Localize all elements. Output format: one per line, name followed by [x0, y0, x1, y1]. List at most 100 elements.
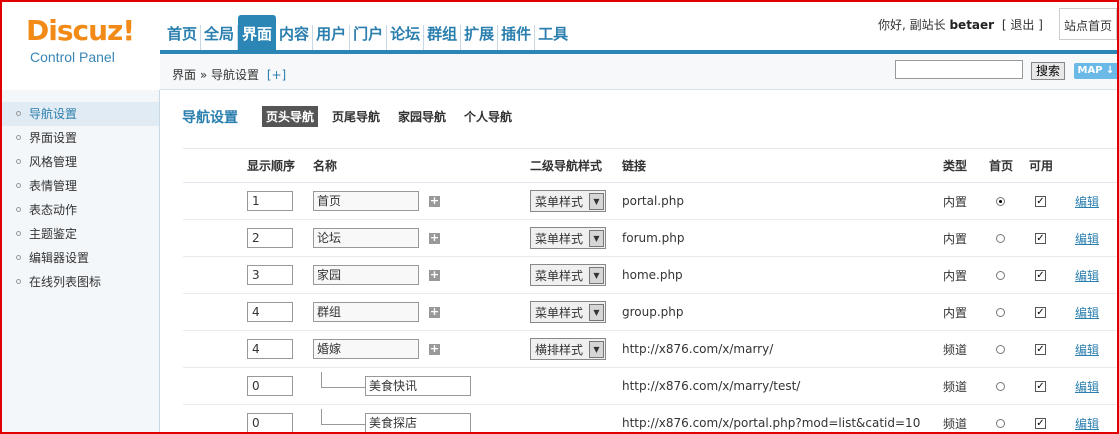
substyle-value: 菜单样式: [535, 231, 584, 246]
substyle-cell: 菜单样式 ▼: [530, 256, 622, 294]
home-radio[interactable]: [996, 308, 1005, 317]
enabled-checkbox[interactable]: ✓: [1035, 307, 1046, 318]
enabled-checkbox[interactable]: ✓: [1035, 270, 1046, 281]
edit-link[interactable]: 编辑: [1075, 195, 1099, 209]
edit-link[interactable]: 编辑: [1075, 343, 1099, 357]
topnav-item[interactable]: 界面: [238, 15, 277, 50]
search-input[interactable]: [895, 60, 1023, 79]
sidebar-item[interactable]: 界面设置: [2, 126, 159, 150]
topnav-item[interactable]: 全局: [201, 25, 239, 50]
table-header-row: 显示顺序 名称 二级导航样式 链接 类型 首页 可用: [183, 148, 1117, 183]
enabled-checkbox[interactable]: ✓: [1035, 233, 1046, 244]
enabled-cell: ✓: [1029, 256, 1069, 294]
map-button[interactable]: MAP ↓: [1074, 63, 1117, 79]
type-text: 内置: [943, 182, 989, 220]
logout-link[interactable]: [ 退出 ]: [1002, 18, 1043, 32]
site-home-button[interactable]: 站点首页: [1059, 8, 1117, 40]
col-enabled: 可用: [1029, 148, 1069, 183]
edit-link[interactable]: 编辑: [1075, 306, 1099, 320]
home-radio[interactable]: [996, 197, 1005, 206]
tree-branch-icon: [321, 372, 365, 388]
topnav-item[interactable]: 群组: [424, 25, 462, 50]
name-input[interactable]: 美食探店: [365, 413, 471, 432]
type-text: 内置: [943, 219, 989, 257]
enabled-checkbox[interactable]: ✓: [1035, 381, 1046, 392]
topnav-item[interactable]: 扩展: [461, 25, 499, 50]
order-cell: 0: [247, 404, 313, 432]
nav-type-tab[interactable]: 个人导航: [460, 106, 516, 127]
topnav-item[interactable]: 内容: [276, 25, 314, 50]
topnav-item[interactable]: 论坛: [387, 25, 425, 50]
order-input[interactable]: 0: [247, 376, 293, 396]
nav-type-tab[interactable]: 页头导航: [262, 106, 319, 127]
nav-type-tab[interactable]: 家园导航: [394, 106, 450, 127]
name-input[interactable]: 群组: [313, 302, 419, 322]
order-cell: 1: [247, 182, 313, 220]
home-cell: [989, 182, 1029, 220]
sidebar-item[interactable]: 主题鉴定: [2, 222, 159, 246]
home-radio[interactable]: [996, 234, 1005, 243]
topnav-item[interactable]: 插件: [498, 25, 536, 50]
sidebar-item-label: 主题鉴定: [29, 227, 78, 241]
substyle-select[interactable]: 菜单样式 ▼: [530, 227, 606, 249]
top-nav: 首页 全局 界面 内容 用户 门户 论坛 群组 扩展 插件 工具: [164, 12, 571, 50]
sidebar-item[interactable]: 编辑器设置: [2, 246, 159, 270]
name-input[interactable]: 首页: [313, 191, 419, 211]
col-name: 名称: [313, 148, 530, 183]
action-cell: 编辑: [1069, 182, 1117, 220]
topnav-item[interactable]: 门户: [350, 25, 388, 50]
order-input[interactable]: 1: [247, 191, 293, 211]
table-row: 0 美食探店 http://x876.com/x/portal.php?mod=li…: [183, 404, 1117, 432]
substyle-select[interactable]: 菜单样式 ▼: [530, 301, 606, 323]
name-input[interactable]: 美食快讯: [365, 376, 471, 396]
nav-type-tabs: 页头导航 页尾导航 家园导航 个人导航: [262, 106, 526, 127]
substyle-cell: 菜单样式 ▼: [530, 182, 622, 220]
order-input[interactable]: 3: [247, 265, 293, 285]
sidebar-item[interactable]: 风格管理: [2, 150, 159, 174]
edit-link[interactable]: 编辑: [1075, 269, 1099, 283]
sidebar-item-label: 表情管理: [29, 179, 78, 193]
link-text: group.php: [622, 293, 943, 331]
add-child-icon[interactable]: +: [429, 195, 440, 207]
home-radio[interactable]: [996, 345, 1005, 354]
edit-link[interactable]: 编辑: [1075, 417, 1099, 431]
sidebar-item[interactable]: 导航设置: [2, 102, 159, 126]
order-input[interactable]: 2: [247, 228, 293, 248]
sidebar-item[interactable]: 在线列表图标: [2, 270, 159, 294]
bullet-icon: [16, 231, 21, 236]
add-shortcut-link[interactable]: [+]: [267, 68, 286, 82]
order-input[interactable]: 4: [247, 339, 293, 359]
enabled-checkbox[interactable]: ✓: [1035, 344, 1046, 355]
substyle-select[interactable]: 菜单样式 ▼: [530, 190, 606, 212]
name-input[interactable]: 婚嫁: [313, 339, 419, 359]
name-input[interactable]: 论坛: [313, 228, 419, 248]
logo-text: Discuz!: [26, 14, 135, 47]
order-input[interactable]: 0: [247, 413, 293, 432]
add-child-icon[interactable]: +: [429, 232, 440, 244]
sidebar-item[interactable]: 表情管理: [2, 174, 159, 198]
home-radio[interactable]: [996, 382, 1005, 391]
nav-type-tab[interactable]: 页尾导航: [328, 106, 384, 127]
add-child-icon[interactable]: +: [429, 306, 440, 318]
dropdown-arrow-icon: ▼: [589, 229, 604, 247]
topnav-item[interactable]: 用户: [313, 25, 351, 50]
add-child-icon[interactable]: +: [429, 343, 440, 355]
name-input[interactable]: 家园: [313, 265, 419, 285]
enabled-checkbox[interactable]: ✓: [1035, 196, 1046, 207]
sidebar-item[interactable]: 表态动作: [2, 198, 159, 222]
order-input[interactable]: 4: [247, 302, 293, 322]
add-child-icon[interactable]: +: [429, 269, 440, 281]
topnav-item[interactable]: 首页: [164, 25, 202, 50]
substyle-select[interactable]: 横排样式 ▼: [530, 338, 606, 360]
enabled-checkbox[interactable]: ✓: [1035, 418, 1046, 429]
name-cell: 美食快讯: [313, 367, 530, 405]
edit-link[interactable]: 编辑: [1075, 232, 1099, 246]
substyle-select[interactable]: 菜单样式 ▼: [530, 264, 606, 286]
topnav-item[interactable]: 工具: [535, 25, 571, 50]
search-button[interactable]: 搜索: [1031, 62, 1065, 80]
home-radio[interactable]: [996, 419, 1005, 428]
home-radio[interactable]: [996, 271, 1005, 280]
edit-link[interactable]: 编辑: [1075, 380, 1099, 394]
spacer-cell: [183, 367, 247, 405]
name-cell: 论坛 +: [313, 219, 530, 257]
